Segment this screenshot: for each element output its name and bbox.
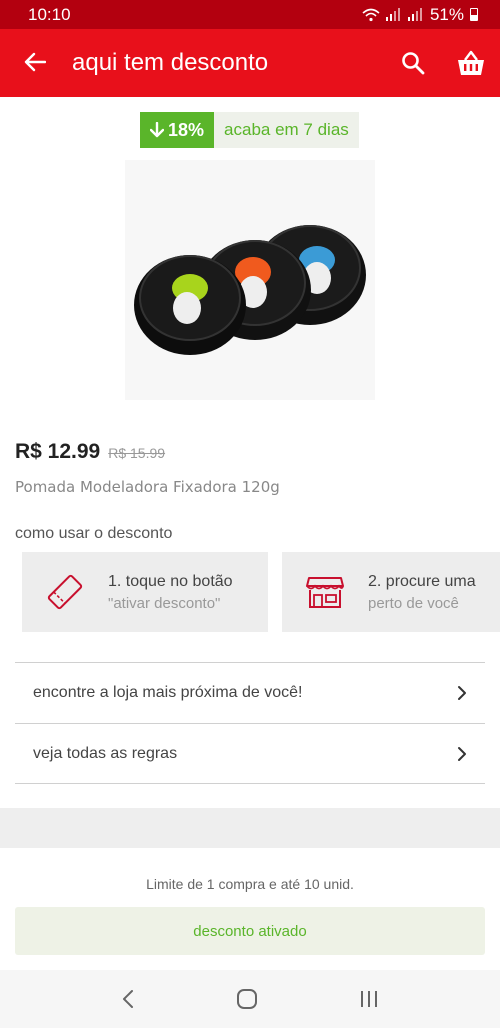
discount-badge: 18% acaba em 7 dias [140,112,359,148]
all-rules-link[interactable]: veja todas as regras [15,723,485,784]
nav-home-icon[interactable] [236,988,258,1010]
basket-button[interactable] [442,50,500,76]
nav-back-icon[interactable] [121,989,135,1009]
find-nearest-store-link[interactable]: encontre a loja mais próxima de você! [15,662,485,723]
chevron-right-icon [458,686,466,700]
product-name: Pomada Modeladora Fixadora 120g [15,478,280,496]
discount-percent: 18% [168,119,205,140]
step-subtitle: "ativar desconto" [108,594,221,612]
link-label: veja todas as regras [33,744,178,762]
battery-percent: 51% [429,4,464,24]
original-price: R$ 15.99 [108,445,166,461]
product-image [125,160,375,400]
back-button[interactable] [0,49,70,77]
search-icon [402,52,425,75]
status-bar: 10:10 51% [0,0,500,29]
link-label: encontre a loja mais próxima de você! [33,684,303,701]
page-title: aqui tem desconto [72,49,269,76]
step-subtitle: perto de você [368,594,459,612]
nav-recents-icon[interactable] [359,990,379,1008]
expiry-label: acaba em 7 dias [214,112,359,148]
status-icons: 51% [362,5,478,25]
android-nav-bar [0,970,500,1028]
search-button[interactable] [384,51,442,75]
price-block: R$ 12.99 R$ 15.99 [15,440,165,464]
app-bar: aqui tem desconto [0,29,500,97]
discount-percent-badge: 18% [140,112,215,148]
step-card-find-store: 2. procure uma perto de você [282,552,500,632]
status-time: 10:10 [28,4,71,24]
section-divider [0,808,500,848]
how-to-title: como usar o desconto [15,525,173,542]
store-icon [282,574,368,610]
arrow-down-icon [150,122,164,138]
current-price: R$ 12.99 [15,440,101,463]
battery-icon [470,8,478,21]
signal-icon [385,8,400,21]
how-to-steps[interactable]: 1. toque no botão "ativar desconto" 2. p… [22,552,500,632]
arrow-left-icon [24,52,47,72]
step-title: 1. toque no botão [108,572,233,590]
purchase-limit-text: Limite de 1 compra e até 10 unid. [146,876,354,892]
step-card-activate: 1. toque no botão "ativar desconto" [22,552,268,632]
step-title: 2. procure uma [368,572,476,590]
wifi-icon [362,8,380,21]
basket-icon [458,50,484,75]
links-list: encontre a loja mais próxima de você! ve… [15,662,485,784]
chevron-right-icon [458,746,466,761]
discount-activated-button[interactable]: desconto ativado [15,907,485,955]
ticket-icon [22,572,108,612]
signal-icon [407,8,422,21]
